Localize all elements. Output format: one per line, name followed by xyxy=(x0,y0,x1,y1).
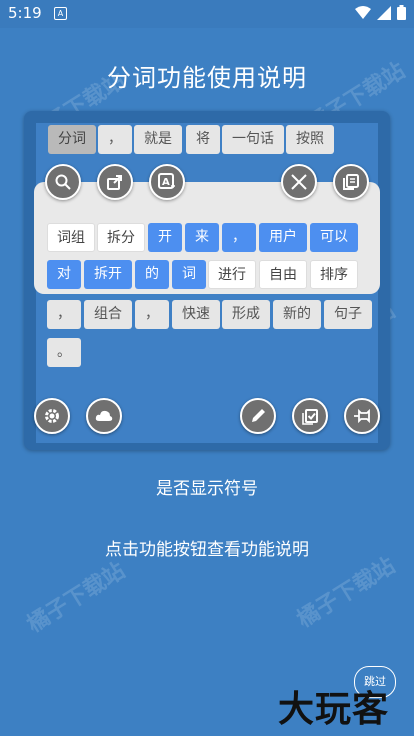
word-chip[interactable]: 排序 xyxy=(310,260,358,289)
search-button[interactable] xyxy=(45,164,81,200)
word-chip[interactable]: 就是 xyxy=(134,125,182,154)
word-chip[interactable]: 将 xyxy=(186,125,220,154)
status-time: 5:19 xyxy=(8,4,42,22)
word-chip[interactable]: ， xyxy=(47,300,81,329)
copy-button[interactable] xyxy=(333,164,369,200)
select-all-button[interactable] xyxy=(292,398,328,434)
word-chip[interactable]: 新的 xyxy=(273,300,321,329)
settings-button[interactable] xyxy=(34,398,70,434)
cloud-button[interactable] xyxy=(86,398,122,434)
word-chip[interactable]: 用户 xyxy=(259,223,307,252)
pin-icon xyxy=(354,408,370,424)
wifi-icon xyxy=(355,5,371,19)
close-icon xyxy=(291,174,307,190)
watermark: 橘子下载站 xyxy=(293,553,400,633)
translate-button[interactable]: A xyxy=(149,164,185,200)
word-chip[interactable]: 对 xyxy=(47,260,81,289)
word-chip[interactable]: ， xyxy=(98,125,132,154)
pin-button[interactable] xyxy=(344,398,380,434)
word-chip[interactable]: 进行 xyxy=(208,260,256,289)
page-title: 分词功能使用说明 xyxy=(107,64,307,92)
word-chip[interactable]: 。 xyxy=(47,338,81,367)
watermark: 橘子下载站 xyxy=(23,558,130,638)
copy-icon xyxy=(343,174,359,190)
word-chip[interactable]: 词 xyxy=(172,260,206,289)
word-chip[interactable]: 快速 xyxy=(172,300,220,329)
brand-logo: 大玩客 xyxy=(278,689,390,730)
word-chip[interactable]: 拆分 xyxy=(97,223,145,252)
svg-text:A: A xyxy=(162,177,170,188)
gear-icon xyxy=(45,409,59,423)
checklist-icon xyxy=(302,409,318,425)
word-chip[interactable]: 一句话 xyxy=(222,125,284,154)
cloud-icon xyxy=(95,410,113,421)
status-bar: 5:19 A xyxy=(0,0,414,28)
pencil-icon xyxy=(252,409,265,422)
show-symbols-caption: 是否显示符号 xyxy=(156,479,258,499)
close-button[interactable] xyxy=(281,164,317,200)
share-icon xyxy=(107,175,122,190)
edit-button[interactable] xyxy=(240,398,276,434)
word-chip[interactable]: 拆开 xyxy=(84,260,132,289)
notification-icon: A xyxy=(54,7,67,20)
share-button[interactable] xyxy=(97,164,133,200)
word-chip[interactable]: 开 xyxy=(148,223,182,252)
word-chip[interactable]: 形成 xyxy=(222,300,270,329)
battery-icon xyxy=(397,5,406,20)
word-chip[interactable]: 的 xyxy=(135,260,169,289)
word-chip[interactable]: 按照 xyxy=(286,125,334,154)
word-chip[interactable]: 组合 xyxy=(84,300,132,329)
search-icon xyxy=(55,174,71,190)
word-chip[interactable]: ， xyxy=(135,300,169,329)
word-chip[interactable]: ， xyxy=(222,223,256,252)
word-chip[interactable]: 分词 xyxy=(48,125,96,154)
word-chip[interactable]: 来 xyxy=(185,223,219,252)
status-icons xyxy=(355,5,406,20)
translate-icon: A xyxy=(158,173,175,189)
function-hint-caption: 点击功能按钮查看功能说明 xyxy=(105,540,309,560)
word-chip[interactable]: 词组 xyxy=(47,223,95,252)
word-chip[interactable]: 句子 xyxy=(324,300,372,329)
word-chip[interactable]: 自由 xyxy=(259,260,307,289)
signal-icon xyxy=(377,5,391,20)
word-chip[interactable]: 可以 xyxy=(310,223,358,252)
